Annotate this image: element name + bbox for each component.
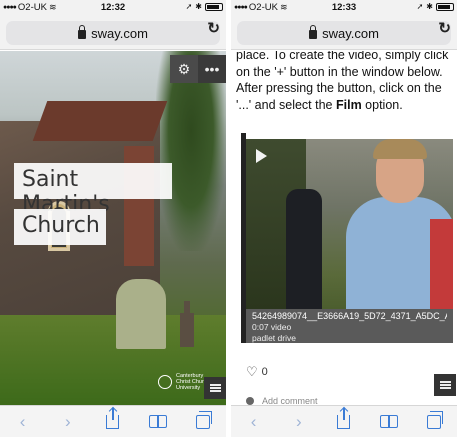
forward-arrow-icon[interactable]: › <box>55 412 81 432</box>
video-person-back <box>286 189 322 309</box>
like-button[interactable]: ♡ 0 <box>246 364 268 380</box>
title-line-2: Church <box>14 209 106 245</box>
reload-icon[interactable]: ↻ <box>207 19 220 37</box>
share-button[interactable] <box>331 407 357 429</box>
share-button[interactable] <box>100 407 126 429</box>
title-line-1: Saint Martin's <box>14 163 172 217</box>
tabs-icon <box>427 410 444 429</box>
play-icon[interactable] <box>256 149 267 163</box>
video-source: padlet drive <box>252 333 296 343</box>
bluetooth-icon: ✱ <box>426 2 433 11</box>
avatar <box>246 397 254 405</box>
back-arrow-icon[interactable]: ‹ <box>10 412 36 432</box>
bluetooth-icon: ✱ <box>195 2 202 11</box>
sway-controls: ⚙ ••• <box>170 55 226 83</box>
battery-icon <box>205 2 223 11</box>
bookmarks-button[interactable] <box>376 415 402 428</box>
church-roof <box>32 101 168 141</box>
url-field[interactable]: sway.com <box>237 21 451 45</box>
bookmarks-icon <box>380 415 399 428</box>
url-text: sway.com <box>91 25 148 41</box>
padlet-video-card[interactable]: 54264989074__E3666A19_5D72_4371_A5DC_A 0… <box>241 133 453 343</box>
url-text: sway.com <box>322 25 379 41</box>
battery-icon <box>436 2 454 11</box>
lock-icon <box>78 24 87 39</box>
right-screen: ●●●● O2-UK ≋ 12:33 ➚ ✱ sway.com ↻ place.… <box>231 0 457 437</box>
instruction-paragraph: place. To create the video, simply click… <box>236 51 453 113</box>
status-bar: ●●●● O2-UK ≋ 12:32 ➚ ✱ <box>0 0 226 16</box>
grave-post <box>180 313 194 347</box>
navigation-menu-icon[interactable] <box>204 377 226 399</box>
video-caption: 54264989074__E3666A19_5D72_4371_A5DC_A 0… <box>246 309 453 343</box>
heart-icon: ♡ <box>246 364 258 379</box>
share-icon <box>106 407 120 429</box>
share-icon <box>337 407 351 429</box>
address-bar: sway.com ↻ <box>231 16 457 50</box>
settings-gear-icon[interactable]: ⚙ <box>170 55 198 83</box>
browser-toolbar: ‹ › <box>231 405 457 437</box>
status-icons: ➚ ✱ <box>417 2 454 11</box>
lock-icon <box>309 24 318 39</box>
article-content: place. To create the video, simply click… <box>231 51 457 405</box>
bookmarks-icon <box>149 415 168 428</box>
video-meta: 0:07 video <box>252 322 292 332</box>
paragraph-text-end: option. <box>361 97 403 112</box>
gravestone <box>116 279 166 349</box>
video-filename: 54264989074__E3666A19_5D72_4371_A5DC_A <box>252 311 447 321</box>
video-person-vest <box>430 219 453 309</box>
video-thumbnail[interactable] <box>246 139 453 309</box>
left-screen: ●●●● O2-UK ≋ 12:32 ➚ ✱ sway.com ↻ Saint … <box>0 0 226 437</box>
more-options-icon[interactable]: ••• <box>198 55 226 83</box>
bookmarks-button[interactable] <box>145 415 171 428</box>
like-count: 0 <box>261 366 268 378</box>
status-bar: ●●●● O2-UK ≋ 12:33 ➚ ✱ <box>231 0 457 16</box>
url-field[interactable]: sway.com <box>6 21 220 45</box>
tabs-button[interactable] <box>190 410 216 429</box>
film-option-text: Film <box>335 97 362 112</box>
hero-image: Saint Martin's Church Canterbury Christ … <box>0 51 226 405</box>
add-comment-label: Add comment <box>262 396 318 405</box>
forward-arrow-icon[interactable]: › <box>286 412 312 432</box>
address-bar: sway.com ↻ <box>0 16 226 50</box>
status-icons: ➚ ✱ <box>186 2 223 11</box>
back-arrow-icon[interactable]: ‹ <box>241 412 267 432</box>
location-icon: ➚ <box>416 2 424 11</box>
reload-icon[interactable]: ↻ <box>438 19 451 37</box>
university-mark-icon <box>158 375 172 389</box>
add-comment-row[interactable]: Add comment <box>246 396 318 405</box>
browser-toolbar: ‹ › <box>0 405 226 437</box>
tabs-icon <box>196 410 213 429</box>
location-icon: ➚ <box>185 2 193 11</box>
university-logo: Canterbury Christ Church University <box>158 373 210 391</box>
video-person-hair <box>373 139 427 159</box>
tabs-button[interactable] <box>421 410 447 429</box>
navigation-menu-icon[interactable] <box>434 374 456 396</box>
